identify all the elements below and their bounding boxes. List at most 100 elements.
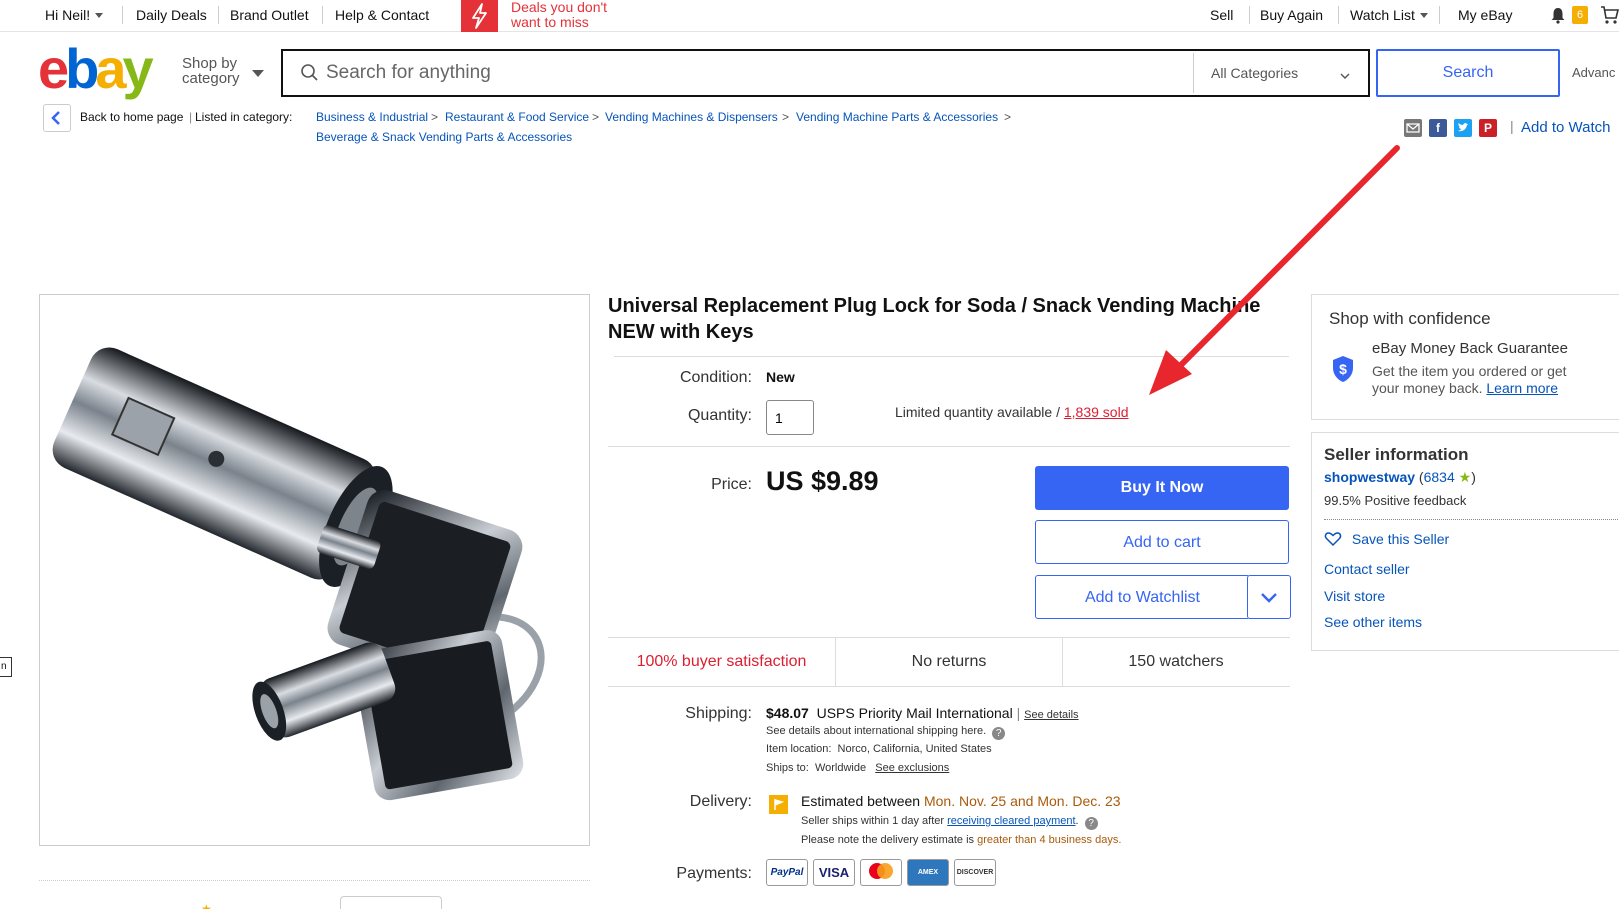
learn-more-link[interactable]: Learn more <box>1486 380 1558 396</box>
divider <box>608 446 1290 447</box>
svg-text:ebay: ebay <box>38 42 154 100</box>
seller-name-link[interactable]: shopwestway <box>1324 469 1415 485</box>
divider <box>218 6 219 24</box>
facebook-share-icon[interactable]: f <box>1429 119 1447 137</box>
visit-store-link[interactable]: Visit store <box>1324 588 1385 604</box>
breadcrumb-item-restaurant-food[interactable]: Restaurant & Food Service <box>445 110 589 124</box>
image-thumbnail[interactable] <box>340 896 442 909</box>
cleared-payment-link[interactable]: receiving cleared payment <box>947 815 1075 827</box>
my-ebay-link[interactable]: My eBay <box>1458 7 1512 23</box>
paypal-icon: PayPal <box>766 859 808 886</box>
greeting-label: Hi Neil! <box>45 7 91 23</box>
feedback-count-link[interactable]: 6834 <box>1424 469 1455 485</box>
pinterest-share-icon[interactable]: P <box>1479 119 1497 137</box>
advanced-search-link[interactable]: Advanc <box>1572 65 1615 80</box>
divider: | <box>1016 705 1021 721</box>
buy-it-now-button[interactable]: Buy It Now <box>1035 466 1289 510</box>
sold-count-link[interactable]: 1,839 sold <box>1064 404 1129 420</box>
sell-link[interactable]: Sell <box>1210 7 1233 23</box>
breadcrumb-separator: > <box>431 110 439 124</box>
breadcrumb-item-vending-parts[interactable]: Vending Machine Parts & Accessories <box>796 110 998 124</box>
breadcrumb-item-beverage-snack[interactable]: Beverage & Snack Vending Parts & Accesso… <box>316 130 572 144</box>
twitter-share-icon[interactable] <box>1454 119 1472 137</box>
item-title: Universal Replacement Plug Lock for Soda… <box>608 295 1261 343</box>
watchlist-dropdown-button[interactable] <box>1247 575 1291 619</box>
divider <box>1338 6 1339 24</box>
ships-to-value: Worldwide <box>814 762 867 774</box>
svg-text:$: $ <box>1339 361 1347 377</box>
guarantee-text: Get the item you ordered or get <box>1372 363 1567 379</box>
item-location-label: Item location: <box>766 743 832 755</box>
lightning-icon[interactable] <box>461 0 498 32</box>
watch-list-label: Watch List <box>1350 7 1415 23</box>
delivery-estimate: Estimated between Mon. Nov. 25 and Mon. … <box>801 793 1121 809</box>
buyer-satisfaction-stat: 100% buyer satisfaction <box>636 653 807 670</box>
category-select-label: All Categories <box>1211 65 1299 81</box>
see-other-items-link[interactable]: See other items <box>1324 614 1422 630</box>
chevron-down-icon <box>252 70 264 77</box>
contact-seller-link[interactable]: Contact seller <box>1324 561 1410 577</box>
add-to-cart-button[interactable]: Add to cart <box>1035 520 1289 564</box>
product-image-panel[interactable] <box>39 294 590 846</box>
shipping-line: $48.07 USPS Priority Mail International … <box>766 705 1079 721</box>
chevron-left-icon <box>51 111 60 125</box>
ebay-logo[interactable]: ebay <box>38 37 168 104</box>
add-to-watchlist-button[interactable]: Add to Watchlist <box>1035 575 1250 619</box>
brand-outlet-link[interactable]: Brand Outlet <box>230 7 309 23</box>
breadcrumb-item-vending-machines[interactable]: Vending Machines & Dispensers <box>605 110 778 124</box>
bell-icon[interactable] <box>1549 6 1567 27</box>
see-exclusions-link[interactable]: See exclusions <box>875 762 949 774</box>
shipping-service: USPS Priority Mail International <box>816 705 1013 721</box>
payments-label: Payments: <box>676 865 752 882</box>
divider <box>322 6 323 24</box>
delivery-label: Delivery: <box>689 793 752 810</box>
daily-deals-link[interactable]: Daily Deals <box>136 7 207 23</box>
shop-with-confidence-panel: Shop with confidence $ eBay Money Back G… <box>1311 294 1619 420</box>
search-input[interactable] <box>326 51 1206 95</box>
positive-feedback: 99.5% Positive feedback <box>1324 493 1467 508</box>
item-location-value: Norco, California, United States <box>837 743 992 755</box>
email-share-icon[interactable] <box>1404 119 1422 137</box>
watch-list-menu[interactable]: Watch List <box>1350 7 1428 23</box>
star-icon: ★ <box>201 902 212 909</box>
shop-by-category-button[interactable]: Shop by category <box>182 56 240 86</box>
save-seller-link[interactable]: Save this Seller <box>1324 531 1449 547</box>
seller-ships-prefix: Seller ships within 1 day after <box>801 815 948 827</box>
search-button[interactable]: Search <box>1376 49 1560 97</box>
quantity-input[interactable] <box>766 400 814 435</box>
watchers-stat: 150 watchers <box>1062 638 1289 686</box>
buy-again-link[interactable]: Buy Again <box>1260 7 1323 23</box>
flag-icon <box>769 795 788 814</box>
see-details-link[interactable]: See details <box>1024 709 1078 721</box>
greeting-menu[interactable]: Hi Neil! <box>45 7 104 23</box>
chevron-down-icon <box>95 13 104 18</box>
price-label: Price: <box>711 476 752 493</box>
divider <box>1439 6 1440 24</box>
feedback-edge-tab[interactable]: n <box>0 657 12 677</box>
divider <box>122 6 123 24</box>
ships-to-label: Ships to: <box>766 762 809 774</box>
condition-label: Condition: <box>679 369 752 386</box>
add-to-watchlist-link[interactable]: Add to Watch <box>1521 119 1611 136</box>
help-contact-link[interactable]: Help & Contact <box>335 7 429 23</box>
help-icon[interactable]: ? <box>1084 817 1098 830</box>
promo-deals-link[interactable]: Deals you don't want to miss <box>511 0 631 30</box>
confidence-title: Shop with confidence <box>1329 309 1491 328</box>
seller-name-line: shopwestway (6834 ★) <box>1324 469 1476 485</box>
divider <box>39 880 590 881</box>
chevron-down-icon <box>1261 593 1277 603</box>
breadcrumb-separator: > <box>782 110 790 124</box>
listed-in-category-label: Listed in category: <box>195 110 293 124</box>
cart-icon[interactable] <box>1600 5 1619 28</box>
guarantee-title: eBay Money Back Guarantee <box>1372 340 1568 357</box>
back-to-home-link[interactable]: Back to home page <box>80 110 183 124</box>
mastercard-icon <box>860 859 902 886</box>
breadcrumb-item-business-industrial[interactable]: Business & Industrial <box>316 110 428 124</box>
help-icon[interactable]: ? <box>992 727 1006 740</box>
divider <box>614 356 1289 357</box>
category-select[interactable]: All Categories <box>1193 53 1367 93</box>
availability-text: Limited quantity available / <box>895 404 1064 420</box>
delivery-note: Please note the delivery estimate is gre… <box>801 834 1121 846</box>
back-button[interactable] <box>43 104 71 132</box>
amex-icon: AMEX <box>907 859 949 886</box>
